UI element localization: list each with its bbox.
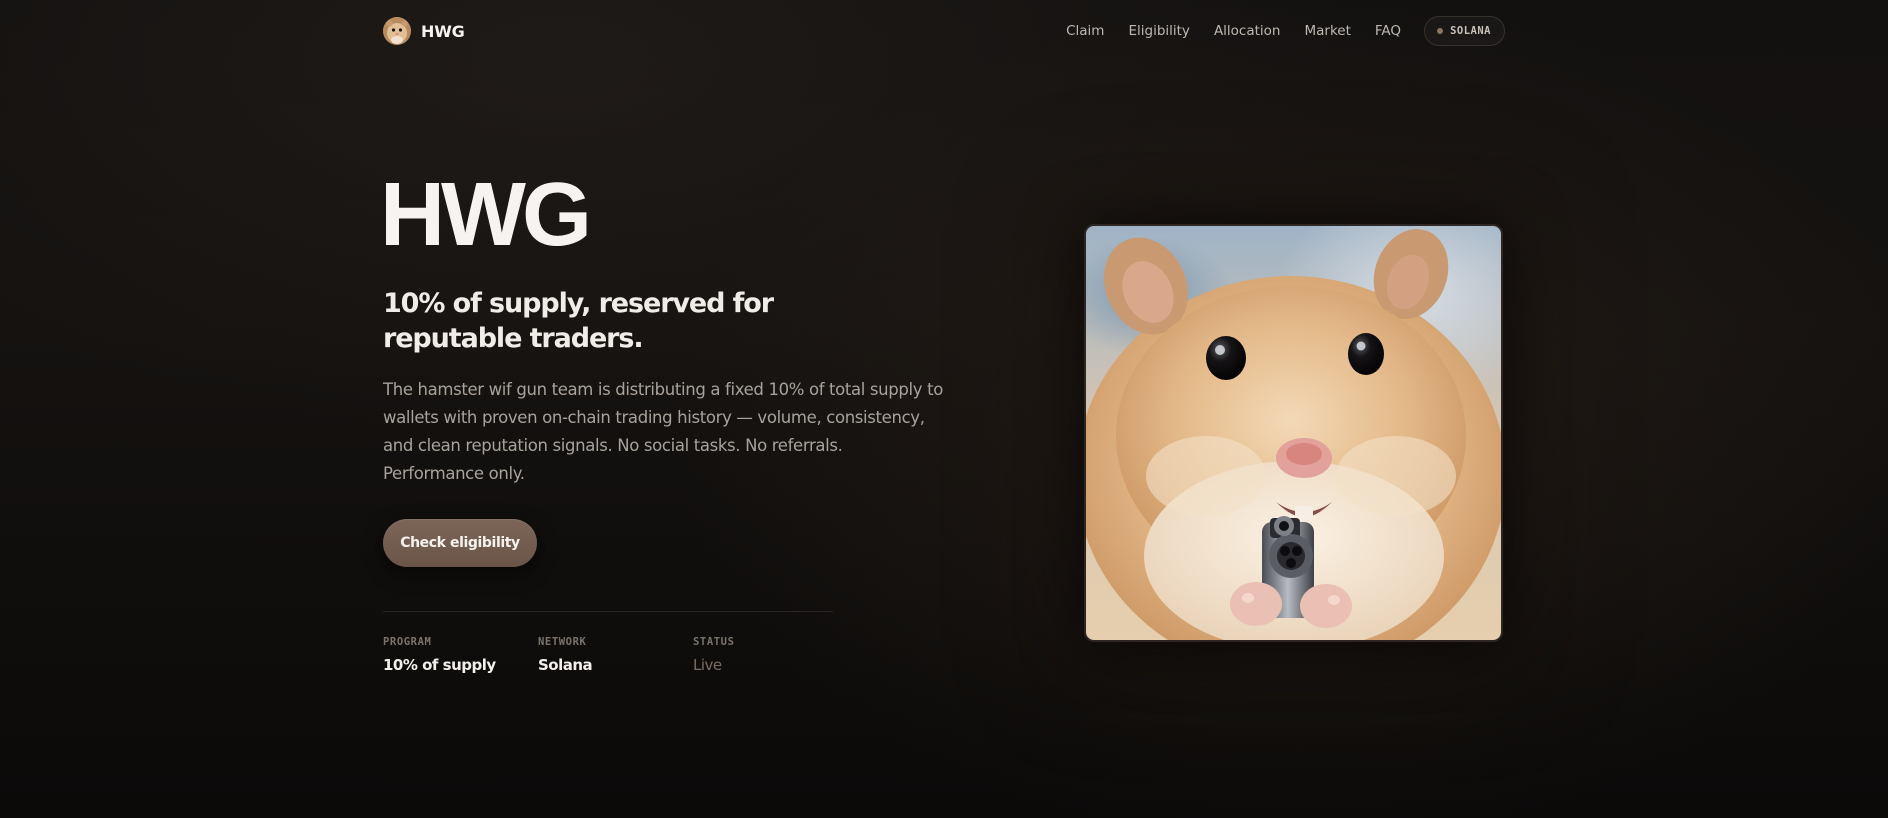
stats-row: PROGRAM 10% of supply NETWORK Solana STA…	[383, 636, 848, 674]
hero-title: HWG	[380, 165, 592, 265]
stat-label: STATUS	[693, 636, 735, 648]
network-badge[interactable]: SOLANA	[1424, 16, 1505, 46]
stat-label: NETWORK	[538, 636, 587, 648]
nav-link-claim[interactable]: Claim	[1066, 23, 1104, 39]
stat-value: Solana	[538, 656, 593, 674]
stat-status: STATUS Live	[693, 636, 848, 674]
nav-link-market[interactable]: Market	[1305, 23, 1351, 39]
hero-description: The hamster wif gun team is distributing…	[383, 380, 943, 483]
status-badge: Live	[693, 656, 722, 674]
hamster-with-gun-image	[1084, 224, 1503, 642]
hamster-avatar-icon	[383, 17, 411, 45]
brand-name: HWG	[421, 21, 465, 41]
top-nav: HWG Claim Eligibility Allocation Market …	[383, 14, 1505, 48]
brand-logo[interactable]: HWG	[383, 17, 465, 45]
stat-label: PROGRAM	[383, 636, 432, 648]
network-badge-label: SOLANA	[1450, 25, 1491, 37]
nav-link-eligibility[interactable]: Eligibility	[1128, 23, 1189, 39]
stat-value: 10% of supply	[383, 656, 496, 674]
check-eligibility-button[interactable]: Check eligibility	[383, 519, 537, 567]
status-dot-icon	[1437, 28, 1444, 34]
stat-program: PROGRAM 10% of supply	[383, 636, 538, 674]
nav-link-allocation[interactable]: Allocation	[1214, 23, 1281, 39]
nav-link-faq[interactable]: FAQ	[1375, 23, 1401, 39]
hero-subtitle: 10% of supply, reserved for reputable tr…	[383, 288, 774, 354]
divider	[383, 611, 833, 612]
stat-network: NETWORK Solana	[538, 636, 693, 674]
nav-links: Claim Eligibility Allocation Market FAQ …	[1066, 16, 1505, 46]
